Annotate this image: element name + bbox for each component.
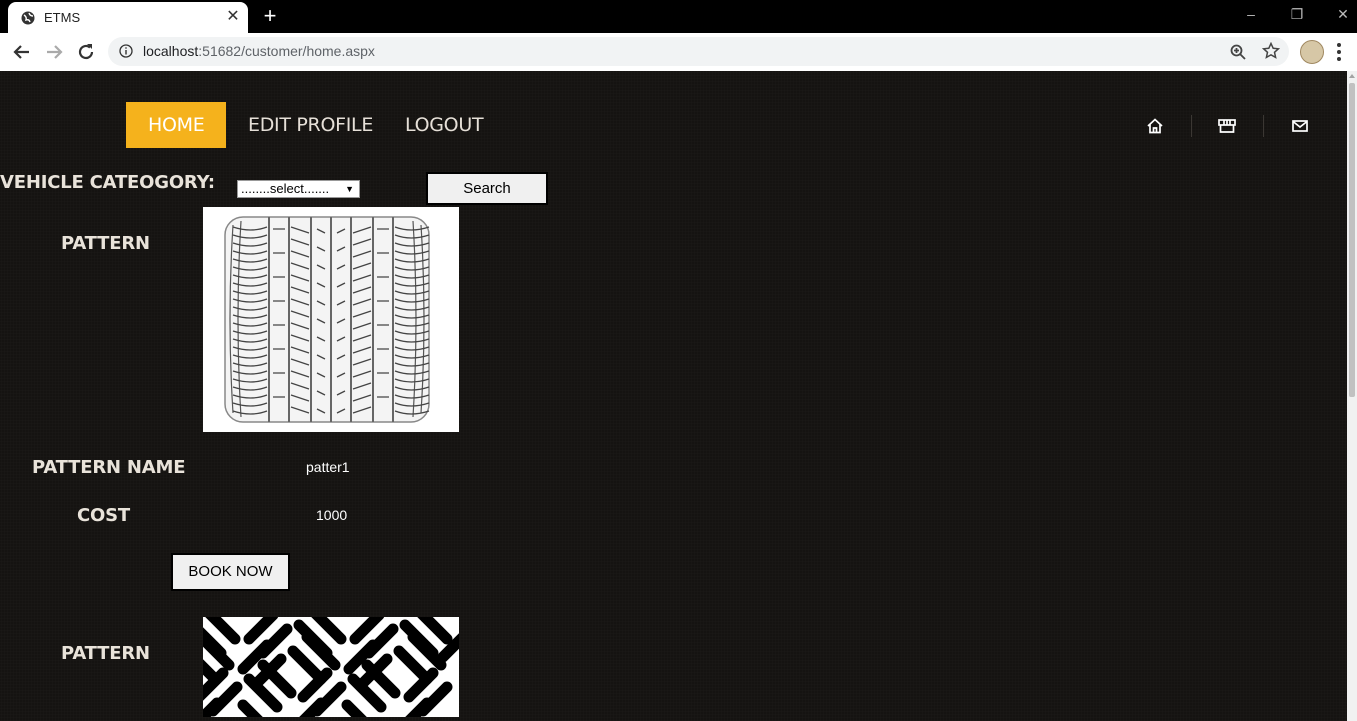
forward-arrow-icon[interactable] (43, 41, 65, 63)
browser-toolbar: localhost:51682/customer/home.aspx (0, 33, 1357, 72)
pattern-image (203, 617, 459, 717)
select-value: ........select....... (241, 181, 330, 196)
more-menu-icon[interactable] (1336, 42, 1342, 62)
cost-value: 1000 (316, 507, 348, 523)
url-host: localhost (143, 43, 199, 59)
globe-icon (21, 11, 35, 25)
url-path: :51682/customer/home.aspx (198, 43, 375, 59)
url-text[interactable]: localhost:51682/customer/home.aspx (143, 43, 375, 59)
pattern-image (203, 207, 459, 432)
vehicle-category-label: VEHICLE CATEOGORY: (0, 172, 215, 193)
pattern-name-value: patter1 (306, 459, 350, 475)
reload-icon[interactable] (75, 41, 97, 63)
tab-title: ETMS (44, 10, 81, 25)
pattern-name-label: PATTERN NAME (32, 457, 186, 478)
scroll-up-arrow-icon[interactable] (1349, 74, 1355, 78)
page-scrollbar[interactable] (1347, 71, 1357, 721)
scrollbar-thumb[interactable] (1349, 83, 1355, 397)
nav-edit-profile[interactable]: EDIT PROFILE (248, 102, 373, 148)
zoom-icon[interactable] (1229, 43, 1247, 61)
home-icon[interactable] (1146, 117, 1164, 135)
icon-divider (1263, 115, 1264, 137)
browser-tab[interactable]: ETMS ✕ (8, 2, 248, 33)
minimize-icon[interactable]: – (1236, 6, 1266, 22)
bookmark-star-icon[interactable] (1262, 42, 1280, 60)
cost-label: COST (77, 505, 130, 526)
vehicle-category-select[interactable]: ........select....... ▼ (237, 180, 360, 198)
page-content: HOME EDIT PROFILE LOGOUT VEHICLE CATEOGO… (0, 71, 1347, 721)
restore-icon[interactable]: ❐ (1282, 6, 1312, 23)
nav-logout[interactable]: LOGOUT (405, 102, 484, 148)
pattern-label: PATTERN (61, 643, 150, 664)
icon-divider (1191, 115, 1192, 137)
chevron-down-icon: ▼ (345, 184, 354, 194)
nav-home[interactable]: HOME (126, 102, 227, 148)
search-button[interactable]: Search (426, 172, 548, 205)
window-close-icon[interactable]: ✕ (1328, 6, 1357, 23)
address-bar[interactable]: localhost:51682/customer/home.aspx (108, 37, 1289, 66)
book-now-button[interactable]: BOOK NOW (171, 553, 290, 591)
info-icon[interactable] (119, 44, 133, 58)
herringbone-tread-image (203, 617, 459, 717)
tire-tread-image (203, 207, 459, 432)
profile-avatar[interactable] (1300, 40, 1324, 64)
tab-close-icon[interactable]: ✕ (224, 8, 242, 26)
pattern-label: PATTERN (61, 233, 150, 254)
browser-tab-bar: ETMS ✕ + – ❐ ✕ (0, 0, 1357, 33)
store-icon[interactable] (1218, 117, 1236, 135)
new-tab-button[interactable]: + (258, 5, 282, 29)
mail-icon[interactable] (1291, 117, 1309, 135)
back-arrow-icon[interactable] (11, 41, 33, 63)
